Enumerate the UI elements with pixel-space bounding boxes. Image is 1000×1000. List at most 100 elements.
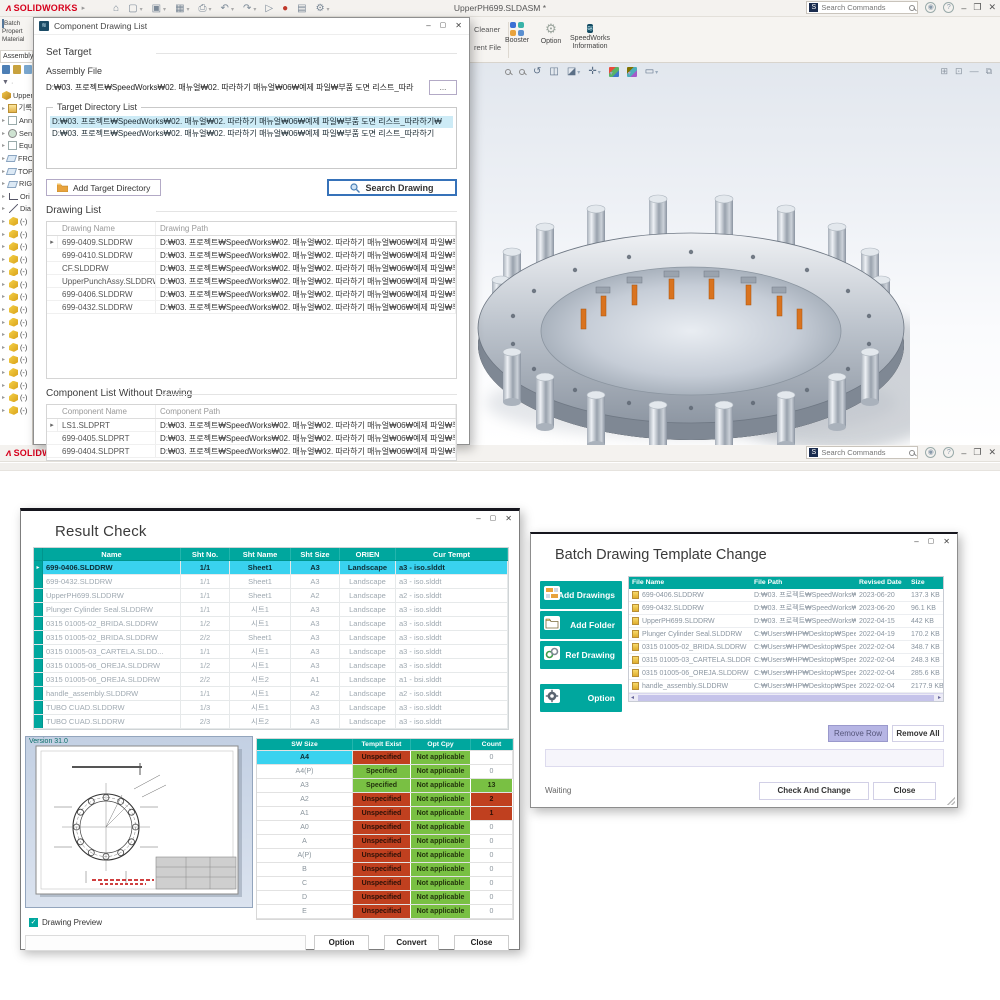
collapse-icon[interactable]: — — [970, 66, 979, 77]
batch-file-row[interactable]: 0315 01005-02_BRIDA.SLDDRW C:₩Users₩HP₩D… — [629, 641, 943, 654]
tree-item[interactable]: ▸ FRO — [2, 152, 32, 165]
col-sht-size[interactable]: Sht Size — [291, 548, 340, 560]
pane-split-icon[interactable]: ⊞ — [940, 66, 948, 77]
component-list-row[interactable]: ▸ LS1.SLDPRT D:₩03. 프로젝트₩SpeedWorks₩02. … — [47, 419, 456, 432]
col-cur-tempt[interactable]: Cur Tempt — [396, 548, 508, 560]
drawing-list-row[interactable]: 699-0432.SLDDRW D:₩03. 프로젝트₩SpeedWorks₩0… — [47, 301, 456, 314]
add-folder-button[interactable]: Add Folder — [540, 611, 622, 639]
tree-part-item[interactable]: ▸ (-) — [2, 253, 32, 266]
search-commands-box[interactable]: S — [806, 1, 918, 14]
section-view-icon[interactable]: ◫ — [549, 66, 558, 77]
browse-button[interactable]: ... — [429, 80, 457, 95]
convert-button[interactable]: Convert — [384, 935, 439, 951]
size-summary-row[interactable]: A1 Unspecified Not applicable 1 — [257, 807, 513, 821]
bd-minimize-button[interactable]: – — [914, 537, 918, 546]
tree-item[interactable]: ▸ 기록 — [2, 102, 32, 115]
batch-file-row[interactable]: handle_assembly.SLDDRW C:₩Users₩HP₩Deskt… — [629, 680, 943, 693]
size-summary-row[interactable]: A4(P) Specified Not applicable 0 — [257, 765, 513, 779]
previous-view-icon[interactable]: ↺ — [533, 66, 541, 77]
bd-close-button[interactable]: ✕ — [943, 537, 950, 546]
search-commands-input[interactable] — [821, 3, 909, 12]
drawing-preview-checkbox[interactable]: ✓ Drawing Preview — [29, 918, 102, 927]
options-icon[interactable]: ⚙ — [316, 3, 330, 14]
result-row[interactable]: TUBO CUAD.SLDDRW 2/3 시트2 A3 Landscape a3… — [34, 715, 508, 729]
tree-part-item[interactable]: ▸ (-) — [2, 354, 32, 367]
fm-tab-icon[interactable] — [2, 65, 10, 74]
drawing-name-header[interactable]: Drawing Name — [58, 222, 156, 235]
result-row[interactable]: TUBO CUAD.SLDDRW 1/3 시트1 A3 Landscape a3… — [34, 701, 508, 715]
restore-button[interactable]: ❐ — [973, 2, 981, 13]
tree-item[interactable]: ▸ TOP — [2, 165, 32, 178]
zoom-area-icon[interactable] — [519, 69, 525, 75]
component-list-row[interactable]: 699-0404.SLDPRT D:₩03. 프로젝트₩SpeedWorks₩0… — [47, 445, 456, 458]
cdl-maximize-button[interactable]: ▢ — [440, 21, 447, 30]
result-row[interactable]: 0315 01005-06_OREJA.SLDDRW 1/2 시트1 A3 La… — [34, 659, 508, 673]
result-row[interactable]: 0315 01005-02_BRIDA.SLDDRW 1/2 시트1 A3 La… — [34, 617, 508, 631]
scrollbar-thumb[interactable] — [638, 695, 934, 701]
rc-minimize-button[interactable]: – — [476, 514, 480, 523]
rc-close-button[interactable]: ✕ — [505, 514, 512, 523]
zoom-fit-icon[interactable] — [505, 69, 511, 75]
result-row[interactable]: ▸ 699-0406.SLDDRW 1/1 Sheet1 A3 Landscap… — [34, 561, 508, 575]
tree-part-item[interactable]: ▸ (-) — [2, 215, 32, 228]
remove-row-button[interactable]: Remove Row — [828, 725, 888, 742]
close-button-2[interactable]: ✕ — [988, 447, 996, 458]
col-file-name[interactable]: File Name — [629, 577, 751, 589]
result-row[interactable]: 0315 01005-06_OREJA.SLDDRW 2/2 시트2 A1 La… — [34, 673, 508, 687]
bd-maximize-button[interactable]: ▢ — [928, 537, 935, 546]
help-icon[interactable]: ? — [943, 2, 954, 13]
result-row[interactable]: 0315 01005-02_BRIDA.SLDDRW 2/2 Sheet1 A3… — [34, 631, 508, 645]
tree-part-item[interactable]: ▸ (-) — [2, 391, 32, 404]
batch-file-row[interactable]: UpperPH699.SLDDRW D:₩03. 프로젝트₩SpeedWorks… — [629, 615, 943, 628]
tree-part-item[interactable]: ▸ (-) — [2, 303, 32, 316]
tree-item[interactable]: ▸ Ori — [2, 190, 32, 203]
result-row[interactable]: Plunger Cylinder Seal.SLDDRW 1/1 시트1 A3 … — [34, 603, 508, 617]
col-orien[interactable]: ORIEN — [340, 548, 396, 560]
scene-icon[interactable]: ▭ — [645, 66, 658, 77]
col-count[interactable]: Count — [471, 739, 513, 750]
close-button[interactable]: ✕ — [988, 2, 996, 13]
pane-icon[interactable]: ⊡ — [955, 66, 963, 77]
select-icon[interactable]: ▷ — [265, 3, 273, 14]
batch-file-row[interactable]: 0315 01005-06_OREJA.SLDDRW C:₩Users₩HP₩D… — [629, 667, 943, 680]
feature-manager-tabs[interactable] — [2, 65, 32, 74]
tree-item[interactable]: ▸ RIG — [2, 177, 32, 190]
result-row[interactable]: UpperPH699.SLDDRW 1/1 Sheet1 A2 Landscap… — [34, 589, 508, 603]
tree-part-item[interactable]: ▸ (-) — [2, 291, 32, 304]
view-orientation-icon[interactable]: ✛ — [588, 66, 600, 77]
display-style-icon[interactable] — [609, 67, 619, 77]
home-icon[interactable]: ⌂ — [113, 3, 119, 14]
hide-show-items-icon[interactable] — [627, 67, 637, 77]
size-summary-row[interactable]: A0 Unspecified Not applicable 0 — [257, 821, 513, 835]
size-summary-row[interactable]: A4 Unspecified Not applicable 0 — [257, 751, 513, 765]
tree-part-item[interactable]: ▸ (-) — [2, 228, 32, 241]
tree-item[interactable]: ▸ Dia — [2, 203, 32, 216]
batch-file-row[interactable]: 699-0406.SLDDRW D:₩03. 프로젝트₩SpeedWorks₩0… — [629, 589, 943, 602]
tree-filter[interactable]: ▼· — [2, 77, 32, 90]
search-magnifier-icon[interactable] — [909, 5, 915, 11]
size-summary-row[interactable]: B Unspecified Not applicable 0 — [257, 863, 513, 877]
tree-item[interactable]: ▸ Equ — [2, 140, 32, 153]
add-drawings-button[interactable]: Add Drawings — [540, 581, 622, 609]
minimize-button-2[interactable]: – — [961, 448, 966, 458]
component-path-header[interactable]: Component Path — [156, 405, 456, 418]
drawing-list-row[interactable]: UpperPunchAssy.SLDDRW D:₩03. 프로젝트₩SpeedW… — [47, 275, 456, 288]
tree-item[interactable]: ▸ Ann — [2, 114, 32, 127]
cdl-minimize-button[interactable]: – — [426, 21, 430, 30]
tree-part-item[interactable]: ▸ (-) — [2, 404, 32, 417]
target-directory-item[interactable]: D:₩03. 프로젝트₩SpeedWorks₩02. 매뉴얼₩02. 따라하기 … — [50, 116, 453, 128]
size-summary-row[interactable]: C Unspecified Not applicable 0 — [257, 877, 513, 891]
resize-grip[interactable] — [947, 797, 955, 805]
search-commands-box-2[interactable]: S — [806, 446, 918, 459]
tree-part-item[interactable]: ▸ (-) — [2, 341, 32, 354]
size-summary-row[interactable]: A Unspecified Not applicable 0 — [257, 835, 513, 849]
batch-option-button[interactable]: Option — [540, 684, 622, 712]
file-properties-icon[interactable]: ▤ — [297, 3, 306, 14]
drawing-list-row[interactable]: 699-0410.SLDDRW D:₩03. 프로젝트₩SpeedWorks₩0… — [47, 249, 456, 262]
redo-icon[interactable]: ↷ — [243, 3, 256, 14]
component-name-header[interactable]: Component Name — [58, 405, 156, 418]
option-button[interactable]: Option — [314, 935, 369, 951]
col-sw-size[interactable]: SW Size — [257, 739, 353, 750]
horizontal-scrollbar[interactable]: ◂ ▸ — [629, 693, 943, 701]
scroll-right-icon[interactable]: ▸ — [938, 694, 941, 702]
